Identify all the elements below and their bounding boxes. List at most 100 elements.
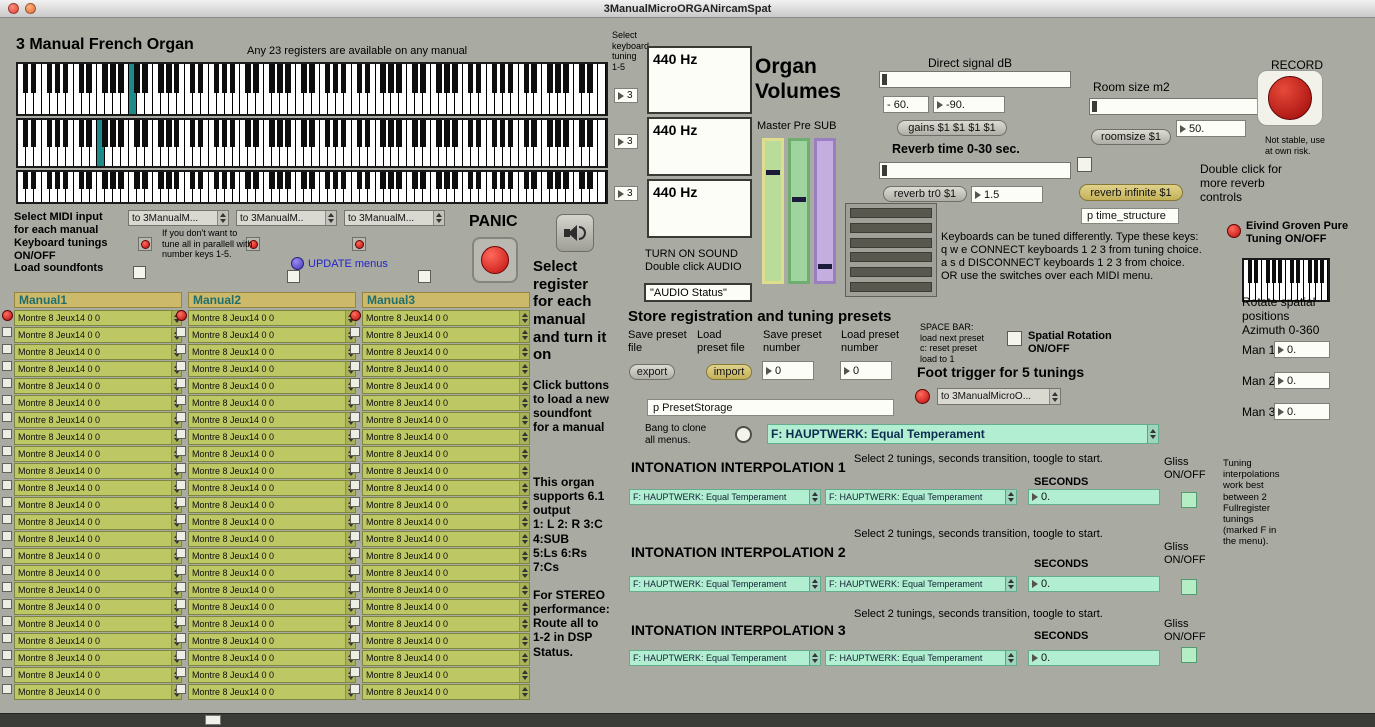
register-mini-checkbox[interactable] (176, 565, 186, 575)
register-mini-checkbox[interactable] (350, 412, 360, 422)
register-menu[interactable]: Montre 8 Jeux14 0 0 (362, 480, 530, 496)
black-key[interactable] (468, 64, 474, 93)
black-key[interactable] (174, 64, 180, 93)
register-menu[interactable]: Montre 8 Jeux14 0 0 (14, 684, 182, 700)
register-mini-checkbox[interactable] (176, 684, 186, 694)
reverb-tr0-button[interactable]: reverb tr0 $1 (883, 186, 967, 202)
register-menu[interactable]: Montre 8 Jeux14 0 0 (188, 446, 356, 462)
black-key[interactable] (110, 120, 116, 147)
black-key[interactable] (309, 172, 315, 189)
black-key[interactable] (110, 172, 116, 189)
register-mini-checkbox[interactable] (350, 429, 360, 439)
black-key[interactable] (388, 172, 394, 189)
black-key[interactable] (55, 172, 61, 189)
black-key[interactable] (31, 64, 37, 93)
keyboard-manual-1[interactable] (16, 62, 608, 116)
register-menu[interactable]: Montre 8 Jeux14 0 0 (188, 412, 356, 428)
reverb-numberbox[interactable]: 1.5 (971, 186, 1043, 203)
black-key[interactable] (579, 120, 585, 147)
black-key[interactable] (245, 120, 251, 147)
black-key[interactable] (412, 120, 418, 147)
black-key[interactable] (333, 64, 339, 93)
black-key[interactable] (452, 120, 458, 147)
black-key[interactable] (365, 120, 371, 147)
register-mini-checkbox[interactable] (350, 650, 360, 660)
eivind-tuning-button[interactable] (1227, 224, 1241, 238)
black-key[interactable] (102, 64, 108, 93)
register-mini-checkbox[interactable] (176, 599, 186, 609)
black-key[interactable] (452, 64, 458, 93)
register-mini-checkbox[interactable] (2, 514, 12, 524)
interpolation-2-menu-b[interactable]: F: HAUPTWERK: Equal Temperament (825, 576, 1017, 592)
black-key[interactable] (1248, 260, 1252, 283)
black-key[interactable] (55, 120, 61, 147)
black-key[interactable] (245, 64, 251, 93)
black-key[interactable] (134, 64, 140, 93)
black-key[interactable] (166, 172, 172, 189)
black-key[interactable] (63, 120, 69, 147)
reverb-time-slider[interactable] (879, 162, 1071, 179)
register-mini-checkbox[interactable] (350, 565, 360, 575)
black-key[interactable] (214, 172, 220, 189)
register-mini-checkbox[interactable] (350, 684, 360, 694)
panic-button[interactable] (472, 237, 518, 283)
black-key[interactable] (476, 172, 482, 189)
register-menu[interactable]: Montre 8 Jeux14 0 0 (362, 514, 530, 530)
black-key[interactable] (531, 64, 537, 93)
black-key[interactable] (436, 64, 442, 93)
black-key[interactable] (587, 120, 593, 147)
black-key[interactable] (309, 120, 315, 147)
gliss-3-checkbox[interactable] (1181, 647, 1197, 663)
register-menu[interactable]: Montre 8 Jeux14 0 0 (362, 565, 530, 581)
black-key[interactable] (468, 120, 474, 147)
black-key[interactable] (301, 120, 307, 147)
register-menu[interactable]: Montre 8 Jeux14 0 0 (362, 633, 530, 649)
volume-slider-master[interactable] (762, 138, 784, 284)
black-key[interactable] (23, 120, 29, 147)
register-menu[interactable]: Montre 8 Jeux14 0 0 (14, 327, 182, 343)
register-mini-checkbox[interactable] (176, 548, 186, 558)
register-menu[interactable]: Montre 8 Jeux14 0 0 (188, 582, 356, 598)
register-menu[interactable]: Montre 8 Jeux14 0 0 (188, 327, 356, 343)
soundfont-checkbox-1[interactable] (133, 266, 146, 279)
register-mini-checkbox[interactable] (176, 667, 186, 677)
black-key[interactable] (380, 172, 386, 189)
register-menu[interactable]: Montre 8 Jeux14 0 0 (14, 599, 182, 615)
black-key[interactable] (174, 172, 180, 189)
register-menu[interactable]: Montre 8 Jeux14 0 0 (362, 463, 530, 479)
register-menu[interactable]: Montre 8 Jeux14 0 0 (14, 395, 182, 411)
manual-3-radio[interactable] (350, 310, 361, 321)
register-menu[interactable]: Montre 8 Jeux14 0 0 (188, 463, 356, 479)
black-key[interactable] (508, 64, 514, 93)
black-key[interactable] (285, 64, 291, 93)
register-mini-checkbox[interactable] (2, 531, 12, 541)
white-key[interactable] (598, 64, 606, 114)
register-mini-checkbox[interactable] (350, 599, 360, 609)
register-mini-checkbox[interactable] (176, 463, 186, 473)
register-menu[interactable]: Montre 8 Jeux14 0 0 (14, 565, 182, 581)
black-key[interactable] (1308, 260, 1312, 283)
register-mini-checkbox[interactable] (176, 650, 186, 660)
register-mini-checkbox[interactable] (176, 616, 186, 626)
register-menu[interactable]: Montre 8 Jeux14 0 0 (14, 378, 182, 394)
export-button[interactable]: export (629, 364, 675, 380)
man-1-azimuth-numberbox[interactable]: 0. (1274, 341, 1330, 358)
gliss-2-checkbox[interactable] (1181, 579, 1197, 595)
register-mini-checkbox[interactable] (2, 378, 12, 388)
black-key[interactable] (309, 64, 315, 93)
register-menu[interactable]: Montre 8 Jeux14 0 0 (362, 650, 530, 666)
black-key[interactable] (23, 64, 29, 93)
load-preset-numberbox[interactable]: 0 (840, 361, 892, 380)
register-mini-checkbox[interactable] (176, 497, 186, 507)
black-key[interactable] (222, 120, 228, 147)
register-menu[interactable]: Montre 8 Jeux14 0 0 (362, 616, 530, 632)
register-menu[interactable]: Montre 8 Jeux14 0 0 (188, 429, 356, 445)
black-key[interactable] (365, 172, 371, 189)
black-key[interactable] (508, 120, 514, 147)
register-mini-checkbox[interactable] (2, 582, 12, 592)
black-key[interactable] (325, 120, 331, 147)
black-key[interactable] (492, 172, 498, 189)
register-menu[interactable]: Montre 8 Jeux14 0 0 (362, 429, 530, 445)
black-key[interactable] (63, 64, 69, 93)
black-key[interactable] (396, 120, 402, 147)
